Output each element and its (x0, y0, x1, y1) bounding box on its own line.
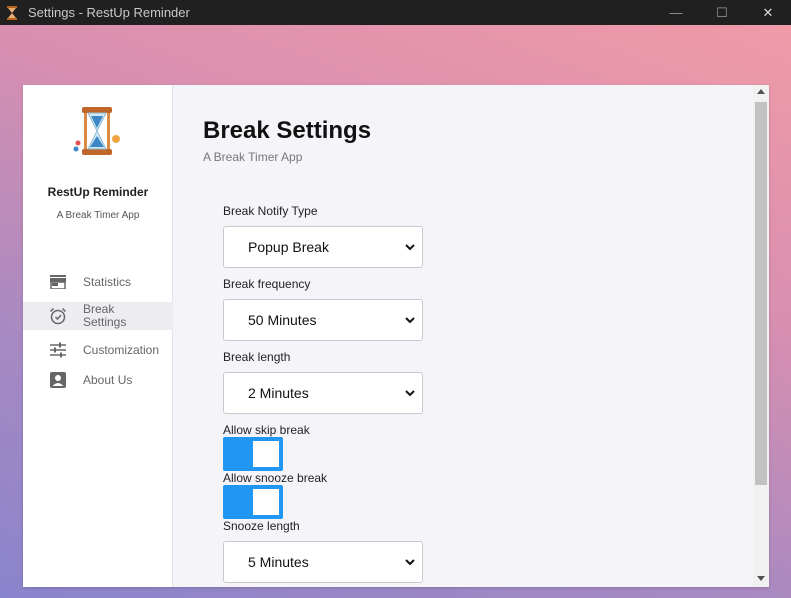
sliders-icon (49, 341, 67, 359)
window-background: RestUp Reminder A Break Timer App Statis… (0, 25, 791, 598)
sidebar-item-statistics[interactable]: Statistics (23, 271, 173, 293)
notify-type-label: Break Notify Type (223, 204, 318, 218)
sidebar-app-name: RestUp Reminder (47, 185, 149, 199)
settings-panel: RestUp Reminder A Break Timer App Statis… (23, 85, 769, 587)
allow-snooze-label: Allow snooze break (223, 471, 328, 485)
allow-skip-toggle[interactable] (223, 437, 283, 471)
break-length-select[interactable]: 2 Minutes (223, 372, 423, 414)
chevron-down-icon (404, 386, 416, 400)
toggle-knob (253, 489, 279, 515)
sidebar-item-label: About Us (83, 372, 133, 387)
notify-type-select[interactable]: Popup Break (223, 226, 423, 268)
allow-snooze-toggle[interactable] (223, 485, 283, 519)
main-content: Break Settings A Break Timer App Break N… (173, 85, 753, 587)
sidebar-item-break-settings[interactable]: Break Settings (23, 302, 173, 330)
frequency-select[interactable]: 50 Minutes (223, 299, 423, 341)
snooze-length-select[interactable]: 5 Minutes (223, 541, 423, 583)
close-button[interactable]: ✕ (745, 0, 791, 25)
sidebar-item-label: Customization (83, 342, 160, 357)
scroll-down-arrow[interactable] (757, 576, 765, 581)
snooze-length-value: 5 Minutes (248, 554, 309, 570)
minimize-button[interactable]: — (653, 0, 699, 25)
page-title: Break Settings (203, 117, 372, 144)
break-length-label: Break length (223, 350, 291, 364)
frequency-label: Break frequency (223, 277, 311, 291)
vertical-scrollbar[interactable] (753, 85, 769, 587)
toggle-knob (253, 441, 279, 467)
chevron-down-icon (404, 313, 416, 327)
sidebar-item-customization[interactable]: Customization (23, 339, 173, 361)
allow-skip-label: Allow skip break (223, 423, 310, 437)
frequency-value: 50 Minutes (248, 312, 317, 328)
store-icon (49, 273, 67, 291)
scroll-up-arrow[interactable] (757, 89, 765, 94)
sidebar-item-about-us[interactable]: About Us (23, 369, 173, 391)
hourglass-app-icon (4, 5, 20, 21)
title-bar: Settings - RestUp Reminder — ☐ ✕ (0, 0, 791, 25)
chevron-down-icon (404, 240, 416, 254)
notify-type-value: Popup Break (248, 239, 329, 255)
break-length-value: 2 Minutes (248, 385, 309, 401)
sidebar: RestUp Reminder A Break Timer App Statis… (23, 85, 173, 587)
window-title: Settings - RestUp Reminder (28, 5, 190, 20)
chevron-down-icon (404, 555, 416, 569)
snooze-length-label: Snooze length (223, 519, 300, 533)
sidebar-item-label: Break Settings (83, 302, 127, 329)
alarm-clock-icon (49, 307, 67, 325)
scroll-thumb[interactable] (755, 102, 767, 485)
maximize-button[interactable]: ☐ (699, 0, 745, 25)
window-controls: — ☐ ✕ (653, 0, 791, 25)
sidebar-app-subtitle: A Break Timer App (56, 210, 140, 221)
sidebar-item-label: Statistics (83, 274, 132, 289)
page-subtitle: A Break Timer App (203, 150, 303, 164)
hourglass-logo (68, 103, 128, 163)
account-box-icon (49, 371, 67, 389)
